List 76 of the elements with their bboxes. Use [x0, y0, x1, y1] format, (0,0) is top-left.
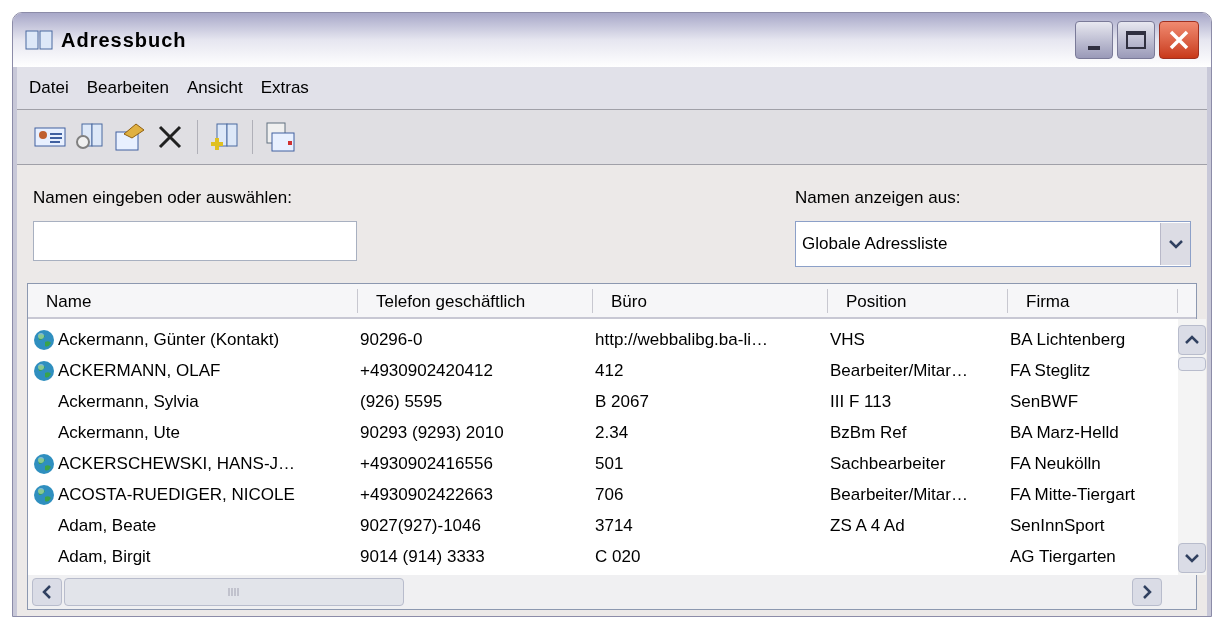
column-header[interactable]: Position: [828, 288, 1008, 313]
address-list-dropdown[interactable]: Globale Adressliste: [795, 220, 1191, 267]
column-header[interactable]: Telefon geschäftlich: [358, 288, 593, 313]
menu-item[interactable]: Ansicht: [186, 75, 243, 101]
column-header[interactable]: Name: [38, 288, 358, 313]
menu-item[interactable]: Extras: [260, 75, 309, 101]
table-cell-text: Ackermann, Günter (Kontakt): [57, 328, 281, 351]
table-cell-text: ZS A 4 Ad: [829, 514, 906, 537]
table-cell-text: +4930902422663: [359, 483, 494, 506]
table-cell-text: FA Neukölln: [1009, 452, 1102, 475]
globe-icon: [33, 452, 55, 475]
table-cell-text: BA Lichtenberg: [1009, 328, 1127, 351]
scroll-left-button[interactable]: [32, 578, 62, 606]
chevron-left-icon: [42, 585, 52, 599]
chevron-right-icon: [1142, 585, 1152, 599]
scroll-thumb[interactable]: [64, 578, 404, 606]
scroll-thumb[interactable]: [1178, 357, 1206, 371]
search-label: Namen eingeben oder auswählen:: [33, 187, 293, 209]
table-cell-text: 3714: [594, 514, 634, 537]
table-cell-text: VHS: [829, 328, 866, 351]
table-cell-text: 90293 (9293) 2010: [359, 421, 505, 444]
table-cell-text: 90296-0: [359, 328, 424, 351]
table-cell-text: 9027(927)-1046: [359, 514, 482, 537]
table-cell-text: +4930902416556: [359, 452, 494, 475]
search-field[interactable]: [33, 220, 357, 261]
globe-icon: [33, 483, 55, 506]
chevron-up-icon: [1185, 335, 1199, 345]
table-cell-text: BzBm Ref: [829, 421, 908, 444]
scroll-down-button[interactable]: [1178, 543, 1206, 573]
table-cell-text: III F 113: [829, 390, 893, 413]
minimize-button[interactable]: [1075, 21, 1113, 59]
source-label: Namen anzeigen aus:: [795, 187, 962, 209]
table-cell-text: Ackermann, Sylvia: [57, 390, 200, 413]
table-cell-text: SenBWF: [1009, 390, 1080, 413]
table-cell-text: 501: [594, 452, 625, 475]
table-cell-text: 2.34: [594, 421, 630, 444]
table-cell-text: B 2067: [594, 390, 650, 413]
menu-item[interactable]: Bearbeiten: [86, 75, 169, 101]
table-cell-text: BA Marz-Helld: [1009, 421, 1120, 444]
column-header[interactable]: Firma: [1008, 288, 1178, 313]
table-cell-text: Adam, Beate: [57, 514, 158, 537]
table-cell-text: ACKERSCHEWSKI, HANS-J…: [57, 452, 297, 475]
envelope-icon[interactable]: [263, 120, 297, 154]
table-cell-text: Sachbearbeiter: [829, 452, 947, 475]
window-title: Adressbuch: [61, 28, 188, 53]
table-cell-text: Ackermann, Ute: [57, 421, 181, 444]
table-cell-text: Adam, Birgit: [57, 545, 152, 568]
table-cell-text: ACOSTA-RUEDIGER, NICOLE: [57, 483, 296, 506]
table-cell-text: 412: [594, 359, 625, 382]
table-cell-text: http://webbalibg.ba-li…: [594, 328, 769, 351]
chevron-down-icon: [1185, 553, 1199, 563]
table-cell-text: Bearbeiter/Mitar…: [829, 359, 969, 382]
close-button[interactable]: [1159, 21, 1199, 59]
horizontal-scrollbar[interactable]: [28, 575, 1196, 609]
close-icon: [1168, 29, 1190, 51]
table-cell-text: FA Steglitz: [1009, 359, 1092, 382]
book-icon: [25, 29, 53, 51]
table-cell-text: FA Mitte-Tiergart: [1009, 483, 1136, 506]
chevron-down-icon: [1160, 222, 1190, 265]
table-cell-text: +4930902420412: [359, 359, 494, 382]
table-cell-text: (926) 5595: [359, 390, 444, 413]
scroll-up-button[interactable]: [1178, 325, 1206, 355]
table-cell-text: Bearbeiter/Mitar…: [829, 483, 969, 506]
scroll-right-button[interactable]: [1132, 578, 1162, 606]
column-header[interactable]: Büro: [593, 288, 828, 313]
table-cell-text: 9014 (914) 3333: [359, 545, 486, 568]
maximize-button[interactable]: [1117, 21, 1155, 59]
vertical-scrollbar[interactable]: [1178, 319, 1206, 575]
table-cell-text: ACKERMANN, OLAF: [57, 359, 222, 382]
table-cell-text: SenInnSport: [1009, 514, 1106, 537]
globe-icon: [33, 359, 55, 382]
globe-icon: [33, 328, 55, 351]
table-cell-text: C 020: [594, 545, 642, 568]
table-cell-text: AG Tiergarten: [1009, 545, 1117, 568]
table-cell-text: 706: [594, 483, 625, 506]
menu-item[interactable]: Datei: [29, 75, 69, 101]
